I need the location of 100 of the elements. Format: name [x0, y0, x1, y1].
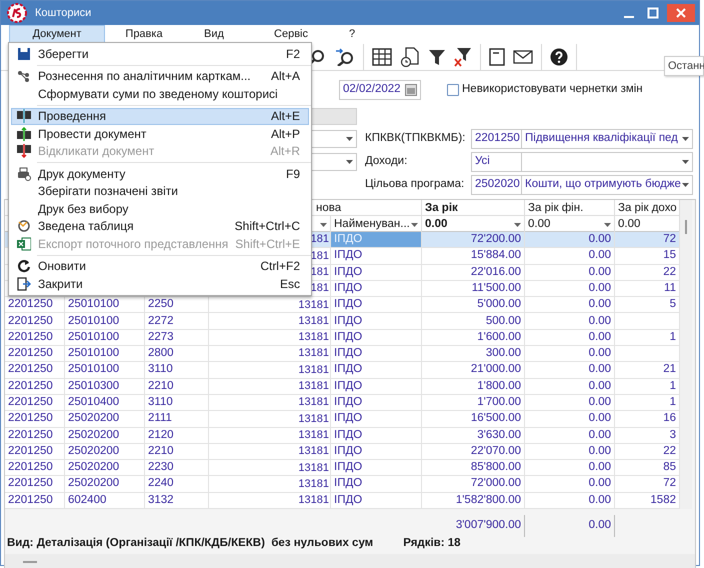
- table-cell: 0.00: [525, 280, 615, 296]
- dropdown-arrow-icon: [682, 182, 689, 186]
- combo-field[interactable]: Усі: [471, 152, 693, 172]
- search-icon[interactable]: [309, 48, 327, 66]
- search-next-icon[interactable]: [335, 48, 355, 66]
- table-cell: ІПДО: [331, 264, 422, 280]
- date-field[interactable]: 02/02/2022: [339, 80, 421, 100]
- menu-bar-item[interactable]: Вид: [183, 25, 245, 43]
- mail-icon[interactable]: [513, 50, 533, 64]
- table-row[interactable]: 2201250 25010100 3110 13181 ІПДО 21'000.00 0.00 21: [5, 362, 680, 379]
- menu-item[interactable]: Проведення Alt+E: [11, 108, 309, 125]
- table-cell: 0.00: [525, 297, 615, 312]
- table-cell: 0.00: [525, 248, 615, 264]
- column-header[interactable]: За рік фін.: [525, 200, 615, 218]
- table-cell: 0.00: [525, 394, 615, 410]
- table-cell: 2201250: [5, 394, 65, 410]
- table-cell: 25010100: [65, 297, 145, 312]
- combo-field[interactable]: 2201250 Підвищення кваліфікації пед: [471, 128, 693, 148]
- table-cell: 13181: [209, 444, 331, 460]
- table-cell: 0.00: [525, 378, 615, 394]
- table-cell: ІПДО: [331, 428, 422, 443]
- table-cell: 0.00: [525, 313, 615, 329]
- revoke-document-icon: [17, 144, 31, 158]
- table-cell: 0.00: [525, 346, 615, 362]
- checkbox-label: Невикористовувати чернетки змін: [462, 82, 643, 98]
- table-cell: ІПДО: [331, 346, 422, 362]
- table-cell: 13181: [209, 428, 331, 443]
- table-cell: 1'700.00: [422, 394, 525, 410]
- table-cell: 13181: [209, 460, 331, 476]
- column-header: нова: [316, 201, 342, 216]
- filter-icon[interactable]: [428, 48, 446, 66]
- table-row[interactable]: 2201250 602400 3132 13181 ІПДО 1'582'800.00 0.00 1582: [5, 492, 680, 510]
- table-cell: 2210: [145, 378, 209, 394]
- post-document-icon: [17, 126, 31, 141]
- maximize-icon[interactable]: [647, 7, 659, 19]
- menu-item[interactable]: Рознесення по аналітичним карткам... Alt+A: [11, 68, 309, 85]
- calendar-icon[interactable]: [405, 84, 417, 96]
- table-cell: 2201250: [5, 460, 65, 476]
- table-row[interactable]: 2201250 25020200 2240 13181 ІПДО 72'000.00 0.00 72: [5, 476, 680, 493]
- menu-bar-item[interactable]: Правка: [105, 25, 183, 43]
- dropdown-arrow-icon: [346, 160, 353, 164]
- menu-item[interactable]: Друк без вибору: [11, 200, 309, 218]
- checkbox[interactable]: [447, 84, 459, 96]
- table-row[interactable]: 2201250 25010100 2250 13181 ІПДО 5'000.00 0.00 5: [5, 297, 680, 314]
- table-cell: 2201250: [5, 313, 65, 329]
- notebook-icon[interactable]: [489, 48, 505, 66]
- dropdown-arrow-icon: [411, 222, 418, 227]
- table-cell: 5'000.00: [422, 297, 525, 312]
- clear-filter-icon[interactable]: [454, 46, 472, 66]
- table-row[interactable]: 2201250 25010100 2800 13181 ІПДО 300.00 0.00: [5, 346, 680, 362]
- table-cell: ІПДО: [331, 411, 422, 427]
- table-cell: 0.00: [525, 492, 615, 508]
- table-cell: ІПДО: [331, 248, 422, 264]
- table-cell: 2230: [145, 460, 209, 476]
- printer-icon: [17, 166, 31, 181]
- table-row[interactable]: 2201250 25020200 2210 13181 ІПДО 22'070.00 0.00 22: [5, 444, 680, 460]
- menu-item[interactable]: Провести документ Alt+P: [11, 125, 309, 142]
- spreadsheet-icon: [17, 236, 31, 251]
- menu-bar-item[interactable]: Документ: [9, 25, 105, 43]
- table-cell: ІПДО: [331, 280, 422, 296]
- table-cell: 300.00: [422, 346, 525, 362]
- table-cell: 2201250: [5, 330, 65, 346]
- menu-item[interactable]: Зведена таблиця Shift+Ctrl+C: [11, 218, 309, 235]
- table-cell: 0.00: [525, 428, 615, 443]
- close-button[interactable]: [667, 4, 695, 22]
- menu-item[interactable]: Друк документу F9: [11, 165, 309, 182]
- dropdown-arrow-icon: [682, 160, 689, 164]
- column-header[interactable]: За рік: [422, 200, 525, 218]
- posting-icon: [17, 109, 31, 124]
- table-cell: 13181: [209, 297, 331, 312]
- table-row[interactable]: 2201250 25010300 2210 13181 ІПДО 1'800.00 0.00 1: [5, 378, 680, 395]
- table-row[interactable]: 2201250 25020200 2120 13181 ІПДО 3'630.00 0.00 3: [5, 428, 680, 444]
- scrollbar[interactable]: [680, 200, 692, 510]
- table-cell: 602400: [65, 492, 145, 508]
- table-cell: 1'582'800.00: [422, 492, 525, 508]
- table-row[interactable]: 2201250 25010100 2272 13181 ІПДО 500.00 0.00: [5, 313, 680, 330]
- table-cell: 72'200.00: [422, 232, 525, 248]
- table-row[interactable]: 2201250 25020200 2111 13181 ІПДО 16'500.00 0.00 16: [5, 411, 680, 428]
- menu-item[interactable]: Зберегти F2: [11, 45, 309, 62]
- document-clock-icon[interactable]: [400, 46, 420, 66]
- table-cell: 21'000.00: [422, 362, 525, 378]
- table-cell: 13181: [209, 411, 331, 427]
- exit-icon: [17, 276, 31, 291]
- menu-bar-item[interactable]: Сервіс: [245, 25, 337, 43]
- table-cell: 0.00: [525, 411, 615, 427]
- menu-item[interactable]: Сформувати суми по зведеному кошторисі: [11, 85, 309, 102]
- pivot-icon: [17, 219, 31, 234]
- combo-field[interactable]: 2502020 Кошти, що отримують бюдже: [471, 174, 693, 194]
- table-cell: 25020200: [65, 428, 145, 443]
- table-cell: 85'800.00: [422, 460, 525, 476]
- table-icon[interactable]: [372, 48, 392, 66]
- menu-bar-item[interactable]: ?: [337, 25, 367, 43]
- menu-item[interactable]: Зберігати позначені звіти: [11, 182, 309, 200]
- help-icon[interactable]: [550, 48, 568, 66]
- table-cell: 13181: [209, 378, 331, 394]
- table-row[interactable]: 2201250 25010400 3110 13181 ІПДО 1'700.00 0.00 1: [5, 394, 680, 412]
- table-cell: 2210: [145, 444, 209, 460]
- table-row[interactable]: 2201250 25020200 2230 13181 ІПДО 85'800.00 0.00 85: [5, 460, 680, 476]
- table-cell: ІПДО: [331, 362, 422, 378]
- table-row[interactable]: 2201250 25010100 2273 13181 ІПДО 1'600.00 0.00 1: [5, 330, 680, 346]
